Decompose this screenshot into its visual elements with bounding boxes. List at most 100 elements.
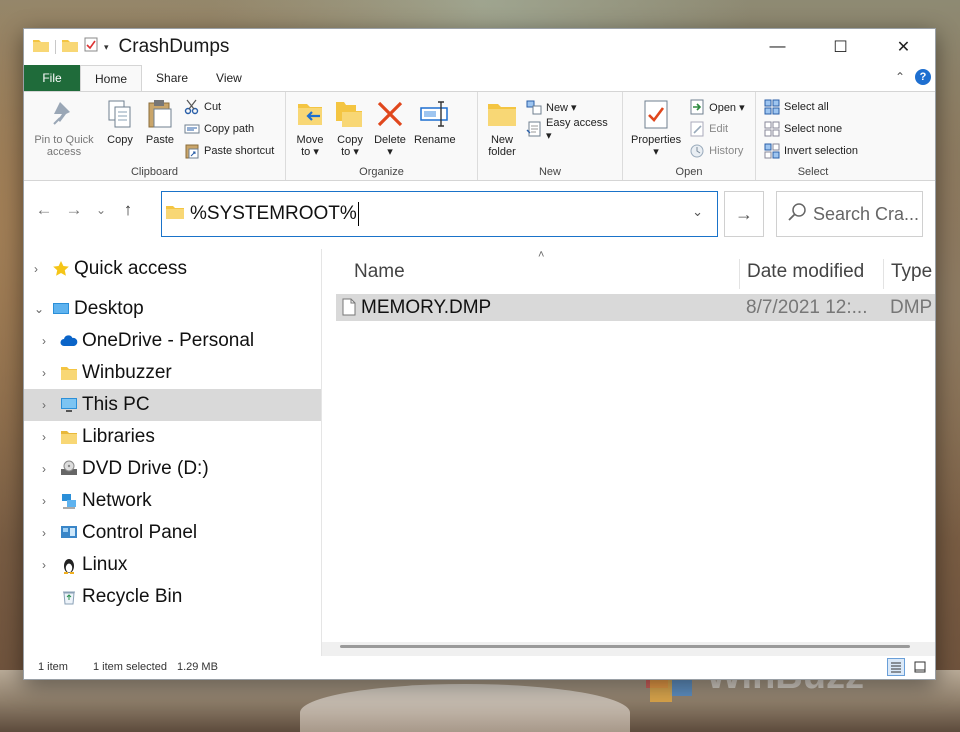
move-to-icon — [294, 98, 326, 130]
table-row[interactable]: MEMORY.DMP 8/7/2021 12:... DMP — [336, 294, 935, 321]
libraries-icon — [60, 428, 78, 446]
select-group: Select all Select none Invert selection … — [756, 92, 870, 180]
edit-button[interactable]: Edit — [689, 120, 745, 138]
address-bar[interactable]: %SYSTEMROOT% ⌄ — [161, 191, 718, 237]
column-header-type[interactable]: Type — [891, 261, 932, 283]
cut-button[interactable]: Cut — [184, 98, 274, 116]
file-list: ˄ Name Date modified Type MEMORY.DMP 8/7… — [322, 249, 935, 656]
sidebar-item-label: Network — [82, 490, 152, 511]
chevron-right-icon[interactable]: › — [42, 398, 46, 412]
sidebar-item-libraries[interactable]: › Libraries — [24, 421, 321, 453]
quick-access-toolbar: ▾ — [24, 37, 109, 57]
select-all-button[interactable]: Select all — [764, 98, 858, 116]
copy-path-icon — [184, 121, 200, 137]
sidebar-item-label: Recycle Bin — [82, 586, 183, 607]
address-input[interactable]: %SYSTEMROOT% — [190, 203, 357, 225]
column-divider[interactable] — [883, 259, 884, 289]
horizontal-scrollbar-thumb[interactable] — [340, 645, 910, 648]
close-button[interactable]: ✕ — [872, 29, 935, 65]
sidebar-item-label: Control Panel — [82, 522, 198, 543]
sidebar-item-label: DVD Drive (D:) — [82, 458, 209, 479]
scissors-icon — [184, 99, 200, 115]
chevron-right-icon[interactable]: › — [42, 334, 46, 348]
sidebar-item-desktop[interactable]: ⌄ Desktop — [24, 293, 321, 325]
new-folder-qat-icon[interactable] — [62, 38, 78, 57]
search-box[interactable]: Search Cra... — [776, 191, 923, 237]
view-switcher — [887, 658, 929, 676]
navigation-pane: › Quick access ⌄ Desktop › OneDrive - Persona… — [24, 249, 322, 656]
up-button[interactable]: ↑ — [113, 200, 143, 220]
pin-icon — [48, 98, 80, 130]
chevron-right-icon[interactable]: › — [42, 494, 46, 508]
minimize-button[interactable]: — — [746, 29, 809, 65]
clipboard-group-label: Clipboard — [130, 166, 179, 178]
column-header-name[interactable]: Name — [354, 261, 405, 283]
pc-icon — [60, 396, 78, 414]
chevron-right-icon[interactable]: › — [42, 366, 46, 380]
select-group-label: Select — [797, 166, 829, 178]
new-group-label: New — [538, 166, 561, 178]
sidebar-item-dvd-drive-d[interactable]: › DVD Drive (D:) — [24, 453, 321, 485]
copy-path-button[interactable]: Copy path — [184, 120, 274, 138]
tab-share[interactable]: Share — [142, 65, 202, 91]
new-item-icon — [526, 99, 542, 115]
collapse-ribbon-icon[interactable]: ⌃ — [895, 70, 905, 84]
tab-view[interactable]: View — [202, 65, 256, 91]
sidebar-item-control-panel[interactable]: › Control Panel — [24, 517, 321, 549]
chevron-down-icon[interactable]: ⌄ — [34, 302, 44, 316]
clipboard-group: Pin to Quick access Copy Paste Cut Copy … — [24, 92, 286, 180]
details-view-button[interactable] — [887, 658, 905, 676]
chevron-right-icon[interactable]: › — [34, 262, 38, 276]
select-none-button[interactable]: Select none — [764, 120, 858, 138]
explorer-window: ▾ CrashDumps — ☐ ✕ File Home Share View … — [23, 28, 936, 680]
chevron-right-icon[interactable]: › — [42, 558, 46, 572]
large-icons-view-button[interactable] — [911, 658, 929, 676]
sidebar-item-network[interactable]: › Network — [24, 485, 321, 517]
forward-button[interactable]: → — [59, 200, 89, 220]
sidebar-item-linux[interactable]: › Linux — [24, 549, 321, 581]
title-bar: ▾ CrashDumps — ☐ ✕ — [24, 29, 935, 65]
chevron-right-icon[interactable]: › — [42, 462, 46, 476]
go-button[interactable]: → — [724, 191, 764, 237]
open-group-label: Open — [675, 166, 703, 178]
properties-qat-icon[interactable] — [84, 37, 98, 57]
easy-access-icon — [526, 121, 542, 137]
status-bar: 1 item 1 item selected 1.29 MB — [24, 654, 935, 679]
recent-locations-button[interactable]: ⌄ — [89, 203, 113, 217]
file-icon — [342, 298, 356, 321]
open-button[interactable]: Open ▾ — [689, 98, 745, 116]
sidebar-item-winbuzzer[interactable]: › Winbuzzer — [24, 357, 321, 389]
help-icon[interactable]: ? — [915, 69, 931, 85]
qat-customize-icon[interactable]: ▾ — [104, 42, 109, 53]
search-input[interactable]: Search Cra... — [813, 204, 919, 225]
back-button[interactable]: ← — [29, 200, 59, 220]
sidebar-item-label: Desktop — [74, 298, 144, 319]
tab-home[interactable]: Home — [80, 65, 143, 91]
details-view-icon — [891, 662, 901, 673]
open-group: Properties ▾ Open ▾ Edit History Open — [623, 92, 756, 180]
selected-count: 1 item selected — [92, 660, 167, 673]
sidebar-item-recycle-bin[interactable]: Recycle Bin — [24, 581, 321, 613]
sidebar-item-this-pc[interactable]: › This PC — [24, 389, 321, 421]
tab-file[interactable]: File — [24, 65, 80, 91]
column-divider[interactable] — [739, 259, 740, 289]
maximize-button[interactable]: ☐ — [809, 29, 872, 65]
history-button[interactable]: History — [689, 142, 745, 160]
dvd-drive-icon — [60, 460, 78, 478]
easy-access-button[interactable]: Easy access ▾ — [526, 117, 614, 142]
sidebar-item-onedrive-personal[interactable]: › OneDrive - Personal — [24, 325, 321, 357]
file-type: DMP — [890, 297, 933, 318]
ribbon-tabs: File Home Share View ⌃ ? — [24, 65, 935, 91]
column-header-date-modified[interactable]: Date modified — [747, 261, 864, 283]
invert-selection-button[interactable]: Invert selection — [764, 142, 858, 160]
open-icon — [689, 99, 705, 115]
chevron-right-icon[interactable]: › — [42, 526, 46, 540]
sidebar-item-quick-access[interactable]: › Quick access — [24, 253, 321, 285]
new-group: New folder New ▾ Easy access ▾ New — [478, 92, 623, 180]
address-row: ← → ⌄ ↑ %SYSTEMROOT% ⌄ → Search Cra... — [24, 181, 935, 239]
item-count: 1 item — [38, 660, 68, 673]
paste-shortcut-button[interactable]: Paste shortcut — [184, 142, 274, 160]
chevron-right-icon[interactable]: › — [42, 430, 46, 444]
new-item-button[interactable]: New ▾ — [526, 98, 614, 116]
address-dropdown-button[interactable]: ⌄ — [692, 204, 703, 220]
